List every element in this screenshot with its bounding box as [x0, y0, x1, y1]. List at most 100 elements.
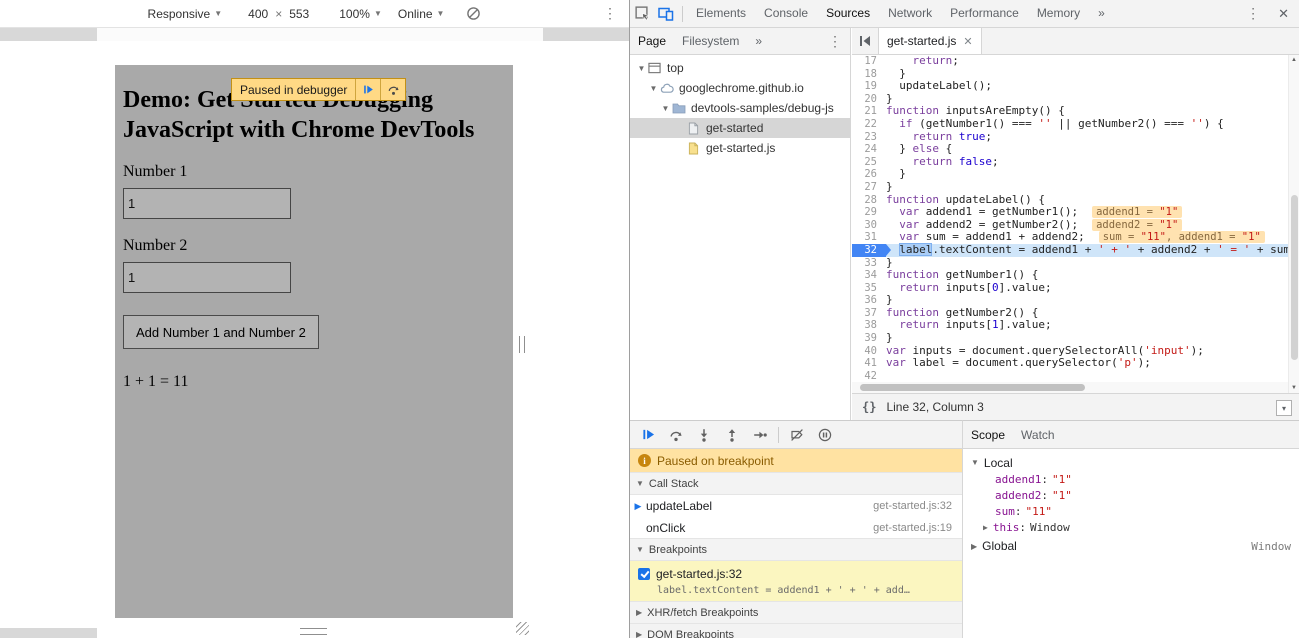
collapse-triangle-icon[interactable]: ▼ [636, 64, 647, 73]
line-number[interactable]: 27 [852, 181, 886, 194]
line-number[interactable]: 17 [852, 55, 886, 68]
scope-section-local[interactable]: ▼ Local [963, 454, 1299, 471]
expand-triangle-icon[interactable]: ▶ [971, 542, 977, 551]
scope-section-global[interactable]: ▶ Global Window [963, 535, 1299, 557]
line-number[interactable]: 29 [852, 206, 886, 219]
viewport-resize-handle-bottom[interactable] [300, 628, 327, 635]
tab-sources[interactable]: Sources [817, 0, 879, 27]
editor-horizontal-scrollbar[interactable] [852, 382, 1288, 393]
resume-icon[interactable] [355, 79, 380, 100]
navigator-kebab-menu-icon[interactable]: ⋮ [828, 33, 850, 50]
network-throttle-select[interactable]: Online ▼ [398, 7, 445, 21]
code-line[interactable]: 41var label = document.querySelector('p'… [852, 357, 1288, 370]
step-over-icon[interactable] [380, 79, 405, 100]
toggle-device-toolbar-icon[interactable] [654, 0, 678, 27]
line-number[interactable]: 22 [852, 118, 886, 131]
step-icon[interactable] [746, 421, 774, 448]
scope-variable-this[interactable]: ▶ this: Window [963, 519, 1299, 535]
viewport-resize-handle-right[interactable] [519, 336, 525, 353]
kebab-menu-icon[interactable]: ⋮ [603, 5, 617, 22]
scroll-down-icon[interactable]: ▼ [1289, 385, 1299, 391]
line-number[interactable]: 26 [852, 168, 886, 181]
line-number[interactable]: 39 [852, 332, 886, 345]
panel-expand-icon[interactable]: ▾ [1276, 400, 1292, 416]
code-line[interactable]: 35 return inputs[0].value; [852, 282, 1288, 295]
editor-tab-get-started-js[interactable]: get-started.js ✕ [878, 28, 982, 54]
tab-elements[interactable]: Elements [687, 0, 755, 27]
scrollbar-thumb[interactable] [1291, 195, 1298, 360]
call-stack-frame[interactable]: onClick get-started.js:19 [630, 517, 962, 539]
more-tabs-chevron[interactable]: » [747, 28, 770, 54]
tab-memory[interactable]: Memory [1028, 0, 1089, 27]
tab-network[interactable]: Network [879, 0, 941, 27]
step-out-icon[interactable] [718, 421, 746, 448]
xhr-breakpoints-header[interactable]: ▶ XHR/fetch Breakpoints [630, 601, 962, 624]
zoom-select[interactable]: 100% ▼ [339, 7, 382, 21]
breakpoints-header[interactable]: ▼ Breakpoints [630, 538, 962, 561]
code-lines[interactable]: 17 return;18 }19 updateLabel();20}21func… [852, 55, 1288, 382]
no-throttling-icon[interactable] [466, 6, 481, 21]
pretty-print-icon[interactable]: {} [852, 400, 886, 414]
deactivate-breakpoints-icon[interactable] [783, 421, 811, 448]
line-number[interactable]: 31 [852, 231, 886, 244]
step-into-icon[interactable] [690, 421, 718, 448]
code-line[interactable]: 26 } [852, 168, 1288, 181]
scroll-up-icon[interactable]: ▲ [1289, 57, 1299, 63]
resume-icon[interactable] [634, 421, 662, 448]
collapse-triangle-icon[interactable]: ▼ [648, 84, 659, 93]
line-number[interactable]: 32 [852, 244, 886, 257]
line-number[interactable]: 38 [852, 319, 886, 332]
expand-triangle-icon[interactable]: ▶ [983, 523, 988, 532]
call-stack-header[interactable]: ▼ Call Stack [630, 472, 962, 495]
editor-vertical-scrollbar[interactable]: ▲ ▼ [1288, 55, 1299, 393]
number1-input[interactable] [123, 188, 291, 219]
add-numbers-button[interactable]: Add Number 1 and Number 2 [123, 315, 319, 349]
line-number[interactable]: 36 [852, 294, 886, 307]
breakpoint-checkbox[interactable] [638, 568, 650, 580]
scope-variable[interactable]: addend1: "1" [963, 471, 1299, 487]
scope-variable[interactable]: addend2: "1" [963, 487, 1299, 503]
dom-breakpoints-header[interactable]: ▶ DOM Breakpoints [630, 623, 962, 638]
tab-scope[interactable]: Scope [963, 422, 1013, 448]
line-number[interactable]: 40 [852, 345, 886, 358]
tree-item-top[interactable]: ▼ top [630, 58, 850, 78]
device-mode-select[interactable]: Responsive ▼ [148, 7, 223, 21]
tab-performance[interactable]: Performance [941, 0, 1028, 27]
code-line[interactable]: 19 updateLabel(); [852, 80, 1288, 93]
collapse-triangle-icon[interactable]: ▼ [660, 104, 671, 113]
tab-page[interactable]: Page [630, 28, 674, 54]
call-stack-frame[interactable]: ▶ updateLabel get-started.js:32 [630, 495, 962, 517]
tree-item-get-started[interactable]: get-started [630, 118, 850, 138]
scrollbar-thumb[interactable] [860, 384, 1085, 391]
line-number[interactable]: 30 [852, 219, 886, 232]
line-number[interactable]: 25 [852, 156, 886, 169]
line-number[interactable]: 35 [852, 282, 886, 295]
hide-navigator-icon[interactable] [852, 28, 878, 54]
breakpoint-entry[interactable]: get-started.js:32 label.textContent = ad… [630, 561, 962, 602]
line-number[interactable]: 24 [852, 143, 886, 156]
more-tabs-chevron[interactable]: » [1089, 0, 1114, 27]
pause-on-exceptions-icon[interactable] [811, 421, 839, 448]
step-over-icon[interactable] [662, 421, 690, 448]
line-number[interactable]: 20 [852, 93, 886, 106]
tree-item-get-started-js[interactable]: get-started.js [630, 138, 850, 158]
line-number[interactable]: 23 [852, 131, 886, 144]
code-line[interactable]: 17 return; [852, 55, 1288, 68]
viewport-width-field[interactable]: 400 [248, 7, 268, 21]
tab-watch[interactable]: Watch [1013, 422, 1063, 448]
line-number[interactable]: 18 [852, 68, 886, 81]
viewport-height-field[interactable]: 553 [289, 7, 309, 21]
tab-filesystem[interactable]: Filesystem [674, 28, 747, 54]
tree-item-domain[interactable]: ▼ googlechrome.github.io [630, 78, 850, 98]
close-tab-icon[interactable]: ✕ [963, 35, 972, 48]
scope-variable[interactable]: sum: "11" [963, 503, 1299, 519]
line-number[interactable]: 21 [852, 105, 886, 118]
code-line[interactable]: 38 return inputs[1].value; [852, 319, 1288, 332]
tree-item-folder[interactable]: ▼ devtools-samples/debug-js [630, 98, 850, 118]
devtools-close-icon[interactable]: ✕ [1268, 6, 1299, 22]
number2-input[interactable] [123, 262, 291, 293]
line-number[interactable]: 41 [852, 357, 886, 370]
line-number[interactable]: 28 [852, 194, 886, 207]
inspect-element-icon[interactable] [630, 0, 654, 27]
viewport-resize-corner[interactable] [516, 622, 529, 635]
